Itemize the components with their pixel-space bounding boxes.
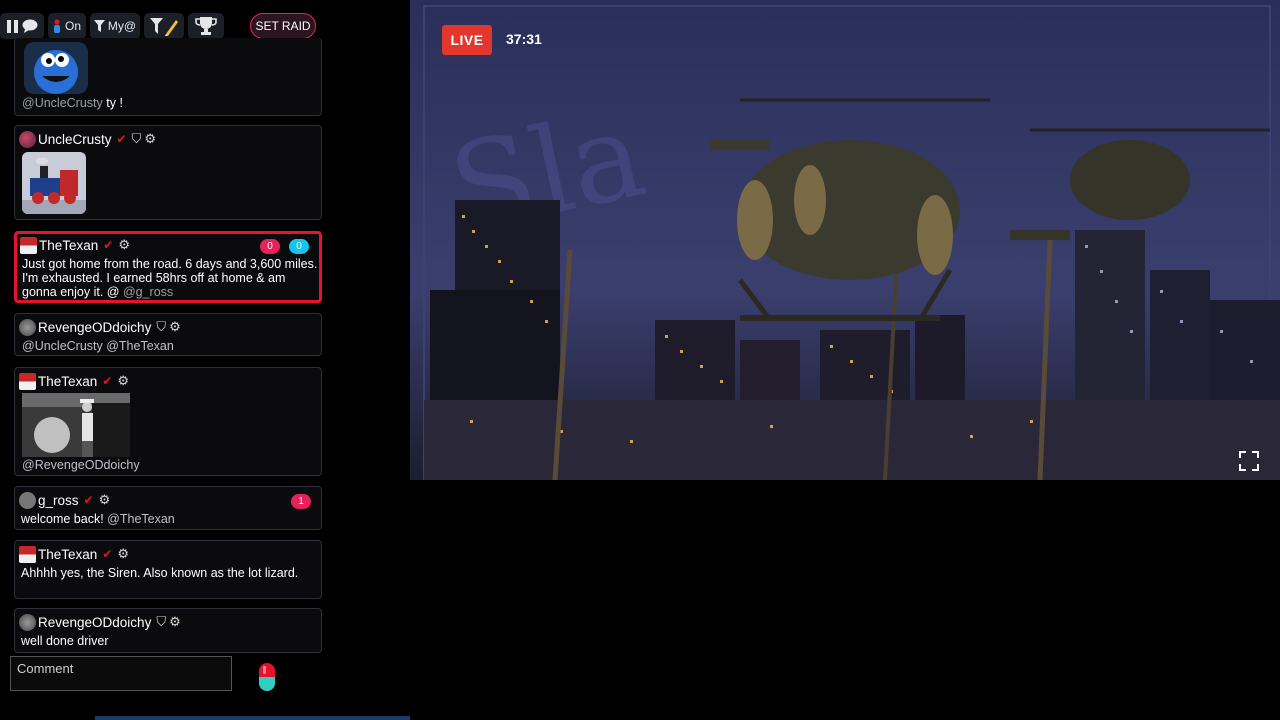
shield-icon: ⛉	[131, 131, 142, 146]
avatar[interactable]	[19, 130, 36, 148]
username[interactable]: UncleCrusty	[38, 132, 112, 147]
stream-elapsed-time: 37:31	[506, 31, 542, 47]
verified-check-icon: ✔	[103, 238, 114, 252]
online-toggle[interactable]: On	[48, 13, 86, 39]
video-player[interactable]: Sla LIVE 37:31	[410, 0, 1280, 480]
leaderboard-button[interactable]	[188, 13, 224, 39]
avatar[interactable]	[19, 372, 36, 390]
chat-message: TheTexan ✔ ⚙ Ahhhh yes, the Siren. Also …	[14, 540, 322, 599]
pause-chat-button[interactable]	[0, 13, 44, 39]
user-image-cowboy-photo	[22, 393, 130, 457]
username[interactable]: g_ross	[38, 493, 79, 508]
verified-check-icon: ✔	[116, 132, 127, 146]
filter-icon	[93, 20, 105, 32]
pause-icon	[6, 19, 18, 33]
verified-check-icon: ✔	[83, 493, 94, 507]
trophy-icon	[195, 16, 217, 36]
avatar[interactable]	[20, 236, 37, 254]
reaction-badge-red[interactable]: 1	[291, 494, 311, 509]
avatar[interactable]	[19, 318, 36, 336]
username[interactable]: TheTexan	[38, 374, 97, 389]
reaction-badge-cyan[interactable]: 0	[289, 239, 309, 254]
pill-icon[interactable]	[258, 662, 276, 697]
gear-icon: ⚙	[169, 614, 181, 629]
filter-pencil-icon	[149, 16, 179, 36]
gear-icon: ⚙	[117, 373, 130, 388]
gear-icon: ⚙	[144, 131, 157, 146]
username[interactable]: RevengeODdoichy	[38, 615, 151, 630]
verified-check-icon: ✔	[102, 374, 113, 388]
message-text: Ahhhh yes, the Siren. Also known as the …	[21, 566, 299, 580]
username[interactable]: RevengeODdoichy	[38, 320, 151, 335]
username[interactable]: TheTexan	[38, 547, 97, 562]
message-text: well done driver	[21, 634, 109, 648]
set-raid-button[interactable]: SET RAID	[250, 13, 316, 39]
user-image-cookie-monster	[24, 42, 88, 94]
chat-message: RevengeODdoichy ⛉ ⚙ well done driver	[14, 608, 322, 653]
message-text: welcome back!	[21, 512, 104, 526]
verified-check-icon: ✔	[102, 547, 113, 561]
comment-input[interactable]: Comment	[10, 656, 232, 691]
video-frame: Sla	[410, 0, 1280, 480]
live-badge: LIVE	[442, 25, 492, 55]
username[interactable]: TheTexan	[39, 238, 98, 253]
gear-icon: ⚙	[117, 546, 130, 561]
avatar[interactable]	[19, 491, 36, 509]
chat-message-highlighted: TheTexan ✔ ⚙ 0 0 Just got home from the …	[14, 231, 322, 303]
user-image-toy-train	[22, 152, 86, 214]
mention-link[interactable]: @RevengeODdoichy	[22, 458, 140, 472]
mention-link[interactable]: @UncleCrusty	[22, 96, 103, 110]
shield-icon: ⛉	[156, 319, 167, 334]
online-label: On	[64, 19, 81, 33]
chat-message: RevengeODdoichy ⛉ ⚙ @UncleCrusty @TheTex…	[14, 313, 322, 356]
person-icon	[53, 19, 61, 33]
mentions-filter-button[interactable]: My@	[90, 13, 140, 39]
shield-icon: ⛉	[156, 614, 167, 629]
mention-link[interactable]: @UncleCrusty @TheTexan	[22, 339, 174, 353]
chat-panel: On My@ SET RAID @UncleCrusty ty ! UncleC…	[0, 0, 410, 720]
fullscreen-icon[interactable]	[1239, 451, 1259, 471]
chat-message: @UncleCrusty ty !	[14, 38, 322, 116]
gear-icon: ⚙	[118, 237, 131, 252]
chat-message: UncleCrusty ✔ ⛉ ⚙	[14, 125, 322, 220]
chat-scrollbar[interactable]	[95, 716, 410, 720]
gear-icon: ⚙	[169, 319, 181, 334]
gear-icon: ⚙	[98, 492, 111, 507]
avatar[interactable]	[19, 613, 36, 631]
avatar[interactable]	[19, 545, 36, 563]
message-text: ty !	[106, 96, 123, 110]
mention-link[interactable]: @g_ross	[123, 285, 173, 299]
filter-words-button[interactable]	[144, 13, 184, 39]
mentions-label: My@	[107, 19, 137, 33]
chat-bubble-icon	[22, 19, 38, 33]
mention-link[interactable]: @TheTexan	[107, 512, 175, 526]
chat-message: TheTexan ✔ ⚙ @RevengeODdoichy	[14, 367, 322, 476]
reaction-badge-red[interactable]: 0	[260, 239, 280, 254]
chat-message: g_ross ✔ ⚙ 1 welcome back! @TheTexan	[14, 486, 322, 530]
